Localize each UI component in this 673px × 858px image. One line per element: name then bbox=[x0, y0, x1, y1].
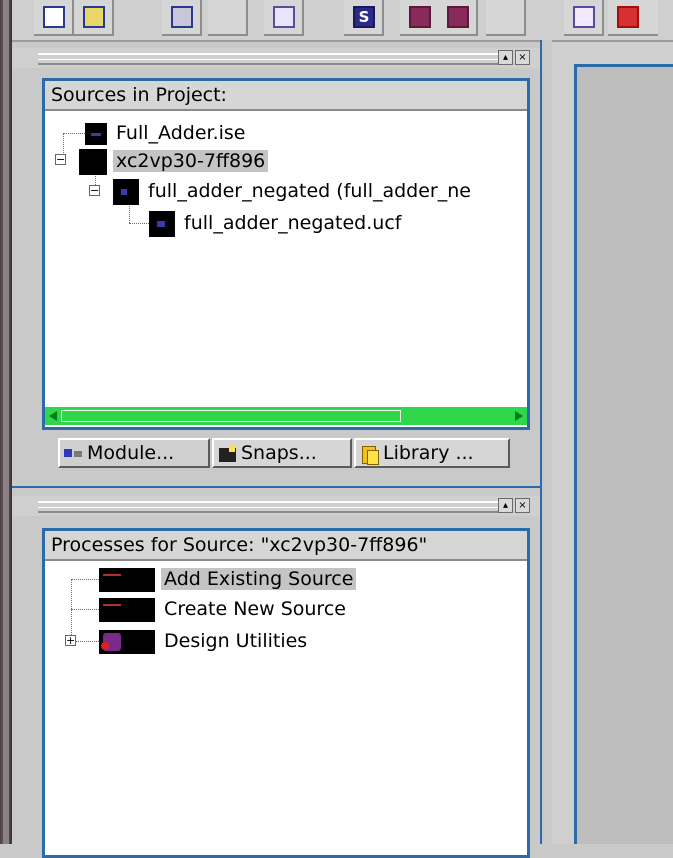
workspace-panel bbox=[552, 42, 673, 844]
sources-tree-panel: Sources in Project: Full_Adder.ise − xc2… bbox=[42, 78, 530, 430]
tab-label: Library ... bbox=[383, 442, 474, 464]
float-panel-button[interactable]: ▴ bbox=[498, 50, 513, 65]
red-doc-button[interactable] bbox=[400, 0, 440, 36]
process-create-new-source[interactable]: Create New Source bbox=[99, 595, 349, 623]
design-utilities-icon bbox=[99, 629, 155, 654]
toolbar-blank-button[interactable] bbox=[208, 0, 248, 36]
vhdl-module-icon bbox=[113, 178, 139, 205]
open-project-button[interactable] bbox=[74, 0, 114, 36]
processes-tree-panel: Processes for Source: "xc2vp30-7ff896" A… bbox=[42, 528, 530, 858]
library-icon bbox=[360, 445, 380, 465]
new-document-button[interactable] bbox=[34, 0, 74, 36]
sources-panel-titlebar[interactable]: ▴ × bbox=[12, 48, 540, 68]
red-doc-icon bbox=[409, 6, 431, 28]
red-doc2-button[interactable] bbox=[438, 0, 478, 36]
scrollbar-thumb[interactable] bbox=[61, 410, 401, 422]
tree-item-device[interactable]: xc2vp30-7ff896 bbox=[79, 147, 269, 175]
snapshot-icon bbox=[218, 445, 238, 463]
tree-item-label: Add Existing Source bbox=[161, 568, 357, 590]
tab-snapshot-view[interactable]: Snaps... bbox=[212, 438, 352, 468]
s-button[interactable]: S bbox=[344, 0, 384, 36]
drag-grip[interactable] bbox=[38, 501, 498, 513]
tree-connector bbox=[71, 579, 72, 641]
tab-library-view[interactable]: Library ... bbox=[354, 438, 510, 468]
sources-view-tabs: Module... Snaps... Library ... bbox=[58, 438, 528, 470]
ise-file-icon bbox=[85, 122, 107, 145]
open-folder-icon bbox=[83, 6, 105, 28]
scroll-left-icon[interactable] bbox=[49, 411, 57, 421]
acrobat-button[interactable] bbox=[608, 0, 658, 36]
ucf-file-icon bbox=[149, 210, 175, 237]
process-design-utilities[interactable]: Design Utilities bbox=[99, 627, 310, 655]
image-icon bbox=[573, 6, 595, 28]
tree-item-ucf[interactable]: full_adder_negated.ucf bbox=[149, 209, 404, 237]
process-icon bbox=[99, 597, 155, 622]
process-icon bbox=[99, 567, 155, 592]
tree-connector bbox=[129, 223, 149, 224]
s-icon: S bbox=[353, 6, 375, 28]
tree-item-label: Full_Adder.ise bbox=[116, 122, 246, 144]
collapse-toggle[interactable]: − bbox=[89, 185, 100, 196]
expand-toggle[interactable]: + bbox=[65, 635, 76, 646]
drag-grip[interactable] bbox=[38, 53, 498, 65]
scroll-right-icon[interactable] bbox=[515, 411, 523, 421]
red-doc2-icon bbox=[447, 6, 469, 28]
process-add-existing-source[interactable]: Add Existing Source bbox=[99, 565, 357, 593]
toolbar-blank-button-2[interactable] bbox=[486, 0, 526, 36]
edit-button[interactable] bbox=[264, 0, 304, 36]
tree-item-module[interactable]: full_adder_negated (full_adder_ne bbox=[113, 177, 474, 205]
tab-module-view[interactable]: Module... bbox=[58, 438, 210, 468]
window-edge-strip bbox=[0, 0, 12, 844]
tree-item-label: Create New Source bbox=[164, 598, 346, 620]
collapse-toggle[interactable]: − bbox=[55, 154, 66, 165]
save-icon bbox=[171, 6, 193, 28]
processes-panel-titlebar[interactable]: ▴ × bbox=[12, 496, 540, 516]
edit-icon bbox=[273, 6, 295, 28]
acrobat-icon bbox=[617, 6, 639, 28]
module-icon bbox=[64, 445, 84, 463]
vertical-splitter[interactable] bbox=[540, 40, 552, 844]
new-document-icon bbox=[43, 6, 65, 28]
close-panel-button[interactable]: × bbox=[515, 498, 530, 513]
processes-header: Processes for Source: "xc2vp30-7ff896" bbox=[45, 531, 527, 561]
workspace-area[interactable] bbox=[574, 64, 673, 844]
tree-connector bbox=[71, 579, 99, 580]
save-button[interactable] bbox=[162, 0, 202, 36]
sources-header: Sources in Project: bbox=[45, 81, 527, 111]
panel-splitter[interactable] bbox=[12, 486, 540, 488]
close-panel-button[interactable]: × bbox=[515, 50, 530, 65]
edge-highlight bbox=[3, 0, 9, 844]
float-panel-button[interactable]: ▴ bbox=[498, 498, 513, 513]
tree-item-label: Design Utilities bbox=[164, 630, 308, 652]
tab-label: Snaps... bbox=[241, 442, 317, 464]
device-chip-icon bbox=[79, 148, 107, 175]
tree-connector bbox=[75, 641, 99, 642]
horizontal-scrollbar[interactable] bbox=[45, 407, 527, 425]
tab-label: Module... bbox=[87, 442, 175, 464]
main-toolbar: S bbox=[12, 0, 673, 42]
image-button[interactable] bbox=[564, 0, 604, 36]
tree-connector bbox=[71, 609, 99, 610]
tree-item-project-file[interactable]: Full_Adder.ise bbox=[85, 119, 248, 147]
tree-item-label: xc2vp30-7ff896 bbox=[113, 150, 269, 172]
tree-item-label: full_adder_negated.ucf bbox=[184, 212, 402, 234]
tree-item-label: full_adder_negated (full_adder_ne bbox=[148, 180, 471, 202]
